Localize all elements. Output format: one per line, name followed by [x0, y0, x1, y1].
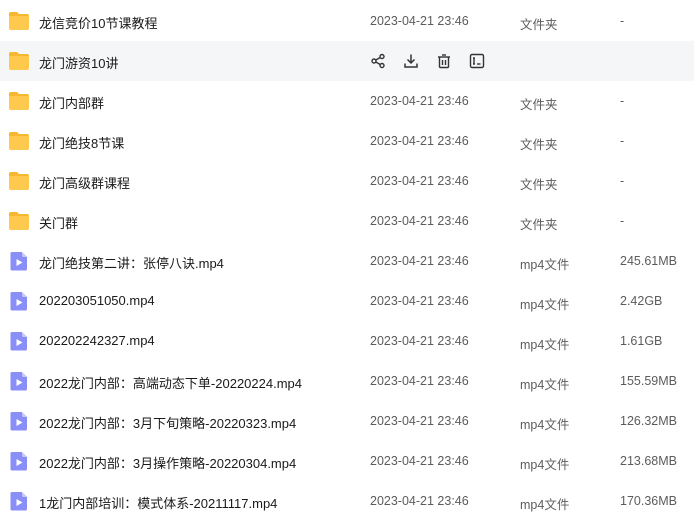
file-row[interactable]: 2022龙门内部：3月下旬策略-20220323.mp4 2023-04-21 2… [0, 401, 694, 441]
file-name[interactable]: 龙门游资10讲 [39, 53, 118, 72]
file-size: - [620, 14, 625, 28]
delete-icon [436, 53, 452, 69]
modified-date: 2023-04-21 23:46 [370, 494, 469, 508]
file-type: mp4文件 [520, 378, 570, 392]
file-size: - [620, 94, 625, 108]
file-size: 2.42GB [620, 294, 663, 308]
file-row[interactable]: 2022龙门内部：高端动态下单-20220224.mp4 2023-04-21 2… [0, 361, 694, 401]
video-file-icon [8, 371, 30, 391]
file-name[interactable]: 202202242327.mp4 [39, 333, 155, 348]
video-file-icon [8, 411, 30, 431]
modified-date: 2023-04-21 23:46 [370, 214, 469, 228]
file-name[interactable]: 202203051050.mp4 [39, 293, 155, 308]
video-file-icon [8, 331, 30, 351]
file-type: 文件夹 [520, 98, 558, 112]
file-name[interactable]: 龙门高级群课程 [39, 173, 130, 192]
file-row[interactable]: 2022龙门内部：3月操作策略-20220304.mp4 2023-04-21 2… [0, 441, 694, 481]
file-name[interactable]: 龙门绝技8节课 [39, 133, 124, 152]
modified-date: 2023-04-21 23:46 [370, 94, 469, 108]
folder-row[interactable]: 龙信竞价10节课教程 2023-04-21 23:46 文件夹 - [0, 1, 694, 41]
modified-date: 2023-04-21 23:46 [370, 374, 469, 388]
download-icon [403, 53, 419, 69]
video-file-icon [8, 291, 30, 311]
file-row[interactable]: 202203051050.mp4 2023-04-21 23:46 mp4文件 2.4… [0, 281, 694, 321]
file-row[interactable]: 1龙门内部培训：模式体系-20211117.mp4 2023-04-21 23:4… [0, 481, 694, 519]
folder-icon [8, 171, 30, 191]
file-type: mp4文件 [520, 458, 570, 472]
folder-row[interactable]: 龙门高级群课程 2023-04-21 23:46 文件夹 - [0, 161, 694, 201]
file-size: - [620, 174, 625, 188]
share-button[interactable] [368, 51, 388, 71]
file-name[interactable]: 2022龙门内部：3月操作策略-20220304.mp4 [39, 453, 296, 472]
file-name[interactable]: 龙门内部群 [39, 93, 104, 112]
file-size: 213.68MB [620, 454, 677, 468]
file-type: mp4文件 [520, 418, 570, 432]
modified-date: 2023-04-21 23:46 [370, 254, 469, 268]
rename-icon [469, 53, 485, 69]
file-row[interactable]: 202202242327.mp4 2023-04-21 23:46 mp4文件 1.6… [0, 321, 694, 361]
modified-date: 2023-04-21 23:46 [370, 134, 469, 148]
file-type: 文件夹 [520, 138, 558, 152]
file-type: 文件夹 [520, 178, 558, 192]
folder-icon [8, 91, 30, 111]
folder-icon [8, 211, 30, 231]
folder-row[interactable]: 龙门游资10讲 [0, 41, 694, 81]
file-name[interactable]: 2022龙门内部：高端动态下单-20220224.mp4 [39, 373, 302, 392]
file-size: 1.61GB [620, 334, 663, 348]
delete-button[interactable] [434, 51, 454, 71]
file-row[interactable]: 龙门绝技第二讲：张停八诀.mp4 2023-04-21 23:46 mp4文件 245… [0, 241, 694, 281]
folder-icon [8, 11, 30, 31]
file-size: - [620, 214, 625, 228]
file-size: 170.36MB [620, 494, 677, 508]
modified-date: 2023-04-21 23:46 [370, 454, 469, 468]
file-type: mp4文件 [520, 498, 570, 512]
file-size: 126.32MB [620, 414, 677, 428]
file-name[interactable]: 2022龙门内部：3月下旬策略-20220323.mp4 [39, 413, 296, 432]
modified-date: 2023-04-21 23:46 [370, 174, 469, 188]
file-type: mp4文件 [520, 258, 570, 272]
folder-row[interactable]: 关门群 2023-04-21 23:46 文件夹 - [0, 201, 694, 241]
file-list: 龙信竞价10节课教程 2023-04-21 23:46 文件夹 - 龙门游资10讲 龙门内… [0, 0, 694, 519]
file-name[interactable]: 龙门绝技第二讲：张停八诀.mp4 [39, 253, 224, 272]
file-name[interactable]: 关门群 [39, 213, 78, 232]
rename-button[interactable] [467, 51, 487, 71]
file-size: 155.59MB [620, 374, 677, 388]
file-type: mp4文件 [520, 338, 570, 352]
video-file-icon [8, 251, 30, 271]
modified-date: 2023-04-21 23:46 [370, 14, 469, 28]
file-type: 文件夹 [520, 18, 558, 32]
folder-row[interactable]: 龙门绝技8节课 2023-04-21 23:46 文件夹 - [0, 121, 694, 161]
file-size: 245.61MB [620, 254, 677, 268]
video-file-icon [8, 451, 30, 471]
folder-row[interactable]: 龙门内部群 2023-04-21 23:46 文件夹 - [0, 81, 694, 121]
file-size: - [620, 134, 625, 148]
folder-icon [8, 131, 30, 151]
modified-date: 2023-04-21 23:46 [370, 294, 469, 308]
video-file-icon [8, 491, 30, 511]
file-type: mp4文件 [520, 298, 570, 312]
row-actions [368, 51, 487, 71]
share-icon [370, 53, 386, 69]
download-button[interactable] [401, 51, 421, 71]
file-type: 文件夹 [520, 218, 558, 232]
modified-date: 2023-04-21 23:46 [370, 414, 469, 428]
modified-date: 2023-04-21 23:46 [370, 334, 469, 348]
folder-icon [8, 51, 30, 71]
file-name[interactable]: 1龙门内部培训：模式体系-20211117.mp4 [39, 493, 277, 512]
file-name[interactable]: 龙信竞价10节课教程 [39, 13, 157, 32]
